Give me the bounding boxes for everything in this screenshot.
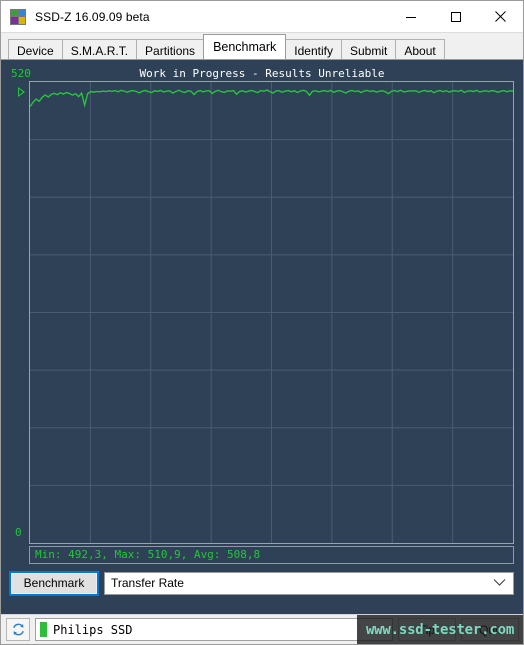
app-tiles-icon (10, 8, 26, 25)
play-marker-inner-icon (19, 89, 23, 95)
chart-gridlines (30, 82, 513, 543)
run-benchmark-button[interactable]: Benchmark (9, 570, 99, 596)
y-axis-min-label: 0 (15, 526, 22, 539)
chart-title: Work in Progress - Results Unreliable (139, 67, 385, 80)
minimize-icon (405, 16, 416, 18)
y-axis-max-label: 520 (11, 67, 31, 80)
benchmark-controls: Benchmark Transfer Rate (9, 568, 514, 598)
tab-partitions[interactable]: Partitions (136, 39, 205, 61)
tip-button[interactable]: Tip (398, 618, 456, 641)
benchmark-mode-value: Transfer Rate (111, 576, 184, 590)
benchmark-mode-select[interactable]: Transfer Rate (104, 571, 514, 595)
maximize-button[interactable] (433, 1, 478, 32)
plot-area (29, 81, 514, 544)
chevron-down-icon (493, 576, 506, 590)
title-bar: SSD-Z 16.09.09 beta (1, 1, 523, 33)
tab-about[interactable]: About (395, 39, 445, 61)
device-name-value: Philips SSD (53, 622, 133, 637)
maximize-icon (450, 11, 461, 22)
tab-submit[interactable]: Submit (341, 39, 397, 61)
close-icon (495, 11, 506, 22)
activity-led (40, 622, 47, 637)
tab-smart[interactable]: S.M.A.R.T. (61, 39, 138, 61)
benchmark-panel: Work in Progress - Results Unreliable 52… (1, 59, 523, 614)
window-title: SSD-Z 16.09.09 beta (35, 9, 150, 24)
minimize-button[interactable] (388, 1, 433, 32)
close-button[interactable] (478, 1, 523, 32)
tab-identify[interactable]: Identify (285, 39, 342, 61)
status-bar: Philips SSD Tip Quit www.ssd-tester.com (1, 614, 523, 644)
refresh-icon (12, 623, 24, 636)
refresh-button[interactable] (6, 618, 30, 641)
plot-svg (30, 82, 513, 543)
quit-button[interactable]: Quit (461, 618, 519, 641)
tab-bar: Device S.M.A.R.T. Partitions Benchmark I… (1, 33, 523, 61)
device-name-field[interactable]: Philips SSD (35, 618, 393, 641)
tab-device[interactable]: Device (8, 39, 63, 61)
benchmark-chart: Work in Progress - Results Unreliable 52… (10, 67, 514, 564)
ssd-z-window: SSD-Z 16.09.09 beta Device S.M.A.R.T. Pa… (0, 0, 524, 645)
window-controls (388, 1, 523, 32)
benchmark-stats: Min: 492,3, Max: 510,9, Avg: 508,8 (29, 546, 514, 564)
tab-benchmark[interactable]: Benchmark (203, 34, 287, 59)
